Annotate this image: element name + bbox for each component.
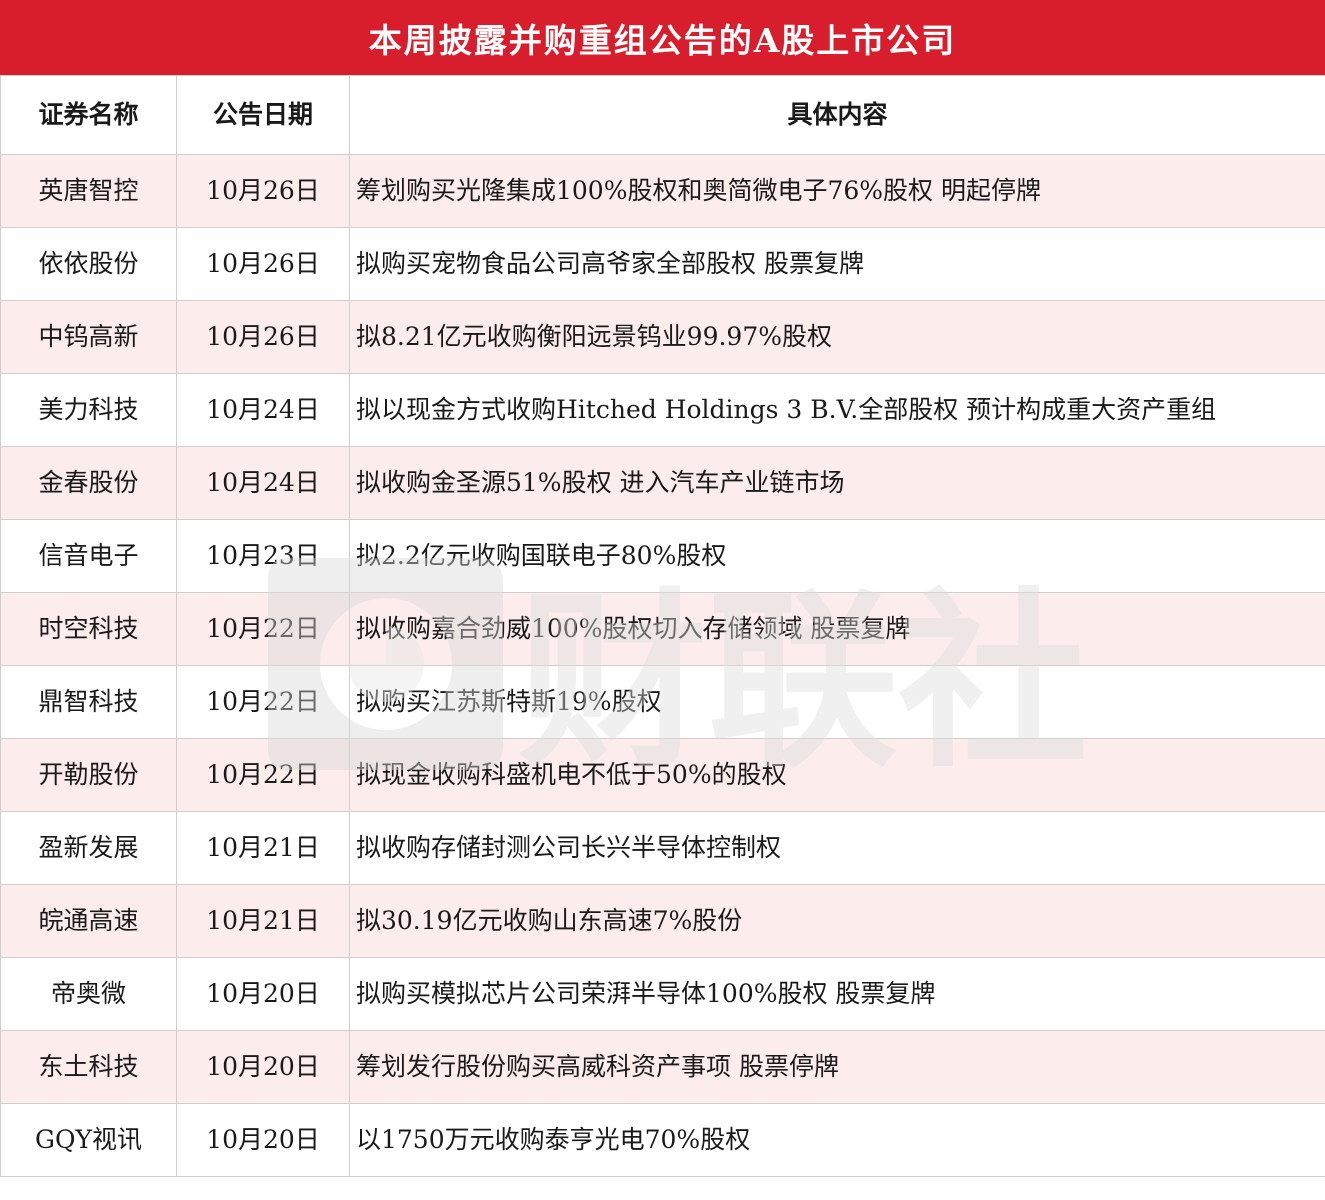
table-row: 依依股份 10月26日 拟购买宠物食品公司高爷家全部股权 股票复牌 <box>0 227 1325 301</box>
announce-date-cell: 10月22日 <box>176 665 350 739</box>
table-header-row: 证券名称 公告日期 具体内容 <box>0 75 1325 155</box>
details-cell: 拟现金收购科盛机电不低于50%的股权 <box>349 738 1325 812</box>
security-name-cell: 帝奥微 <box>0 957 177 1031</box>
security-name-cell: 皖通高速 <box>0 884 177 958</box>
announce-date-cell: 10月22日 <box>176 592 350 666</box>
announce-date-cell: 10月26日 <box>176 227 350 301</box>
announce-date-cell: 10月22日 <box>176 738 350 812</box>
security-name-cell: 美力科技 <box>0 373 177 447</box>
announce-date-cell: 10月24日 <box>176 446 350 520</box>
header-details: 具体内容 <box>349 75 1325 155</box>
table-body: 英唐智控 10月26日 筹划购买光隆集成100%股权和奥简微电子76%股权 明起停牌… <box>0 154 1325 1177</box>
security-name-cell: 金春股份 <box>0 446 177 520</box>
announce-date-cell: 10月24日 <box>176 373 350 447</box>
details-cell: 筹划购买光隆集成100%股权和奥简微电子76%股权 明起停牌 <box>349 154 1325 228</box>
page-title: 本周披露并购重组公告的A股上市公司 <box>0 0 1325 75</box>
details-cell: 拟收购存储封测公司长兴半导体控制权 <box>349 811 1325 885</box>
details-cell: 拟购买江苏斯特斯19%股权 <box>349 665 1325 739</box>
security-name-cell: 信音电子 <box>0 519 177 593</box>
details-cell: 拟收购嘉合劲威100%股权切入存储领域 股票复牌 <box>349 592 1325 666</box>
details-cell: 拟30.19亿元收购山东高速7%股份 <box>349 884 1325 958</box>
table-row: 美力科技 10月24日 拟以现金方式收购Hitched Holdings 3 B.V… <box>0 373 1325 447</box>
details-cell: 拟购买宠物食品公司高爷家全部股权 股票复牌 <box>349 227 1325 301</box>
details-cell: 拟收购金圣源51%股权 进入汽车产业链市场 <box>349 446 1325 520</box>
table-row: GQY视讯 10月20日 以1750万元收购泰亨光电70%股权 <box>0 1103 1325 1177</box>
table-row: 英唐智控 10月26日 筹划购买光隆集成100%股权和奥简微电子76%股权 明起停牌 <box>0 154 1325 228</box>
table-row: 东土科技 10月20日 筹划发行股份购买高威科资产事项 股票停牌 <box>0 1030 1325 1104</box>
announce-date-cell: 10月20日 <box>176 957 350 1031</box>
header-security-name: 证券名称 <box>0 75 177 155</box>
security-name-cell: 时空科技 <box>0 592 177 666</box>
security-name-cell: 中钨高新 <box>0 300 177 374</box>
table-row: 皖通高速 10月21日 拟30.19亿元收购山东高速7%股份 <box>0 884 1325 958</box>
security-name-cell: 盈新发展 <box>0 811 177 885</box>
details-cell: 拟以现金方式收购Hitched Holdings 3 B.V.全部股权 预计构成… <box>349 373 1325 447</box>
table-row: 帝奥微 10月20日 拟购买模拟芯片公司荣湃半导体100%股权 股票复牌 <box>0 957 1325 1031</box>
details-cell: 拟8.21亿元收购衡阳远景钨业99.97%股权 <box>349 300 1325 374</box>
table-row: 盈新发展 10月21日 拟收购存储封测公司长兴半导体控制权 <box>0 811 1325 885</box>
table-row: 金春股份 10月24日 拟收购金圣源51%股权 进入汽车产业链市场 <box>0 446 1325 520</box>
table-row: 时空科技 10月22日 拟收购嘉合劲威100%股权切入存储领域 股票复牌 <box>0 592 1325 666</box>
announcement-table: 证券名称 公告日期 具体内容 英唐智控 10月26日 筹划购买光隆集成100%股权和… <box>0 75 1325 1177</box>
announce-date-cell: 10月21日 <box>176 811 350 885</box>
security-name-cell: 开勒股份 <box>0 738 177 812</box>
details-cell: 筹划发行股份购买高威科资产事项 股票停牌 <box>349 1030 1325 1104</box>
security-name-cell: GQY视讯 <box>0 1103 177 1177</box>
security-name-cell: 依依股份 <box>0 227 177 301</box>
table-row: 开勒股份 10月22日 拟现金收购科盛机电不低于50%的股权 <box>0 738 1325 812</box>
table-row: 信音电子 10月23日 拟2.2亿元收购国联电子80%股权 <box>0 519 1325 593</box>
announce-date-cell: 10月20日 <box>176 1103 350 1177</box>
announce-date-cell: 10月26日 <box>176 300 350 374</box>
table-row: 中钨高新 10月26日 拟8.21亿元收购衡阳远景钨业99.97%股权 <box>0 300 1325 374</box>
details-cell: 拟2.2亿元收购国联电子80%股权 <box>349 519 1325 593</box>
announce-date-cell: 10月20日 <box>176 1030 350 1104</box>
header-announce-date: 公告日期 <box>176 75 350 155</box>
security-name-cell: 东土科技 <box>0 1030 177 1104</box>
details-cell: 以1750万元收购泰亨光电70%股权 <box>349 1103 1325 1177</box>
security-name-cell: 鼎智科技 <box>0 665 177 739</box>
announce-date-cell: 10月21日 <box>176 884 350 958</box>
table-row: 鼎智科技 10月22日 拟购买江苏斯特斯19%股权 <box>0 665 1325 739</box>
security-name-cell: 英唐智控 <box>0 154 177 228</box>
announce-date-cell: 10月23日 <box>176 519 350 593</box>
details-cell: 拟购买模拟芯片公司荣湃半导体100%股权 股票复牌 <box>349 957 1325 1031</box>
announce-date-cell: 10月26日 <box>176 154 350 228</box>
